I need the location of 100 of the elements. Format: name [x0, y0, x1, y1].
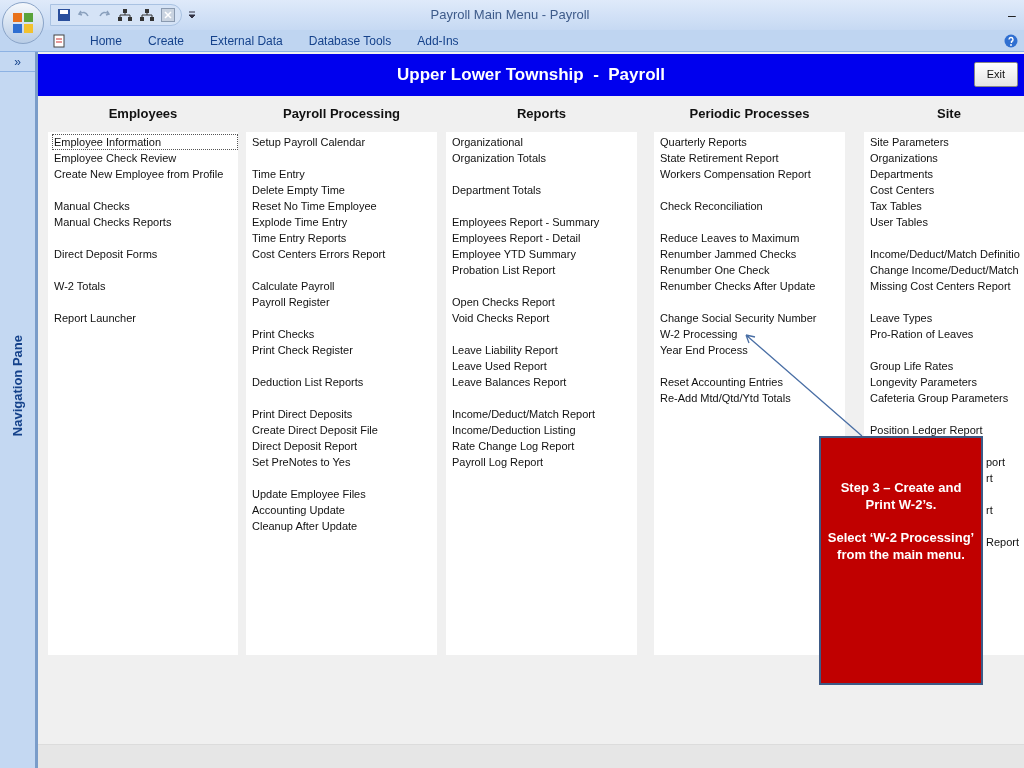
menu-item[interactable]: Manual Checks Reports	[52, 214, 174, 230]
menu-item[interactable]: Longevity Parameters	[868, 374, 979, 390]
menu-item[interactable]: Renumber Jammed Checks	[658, 246, 799, 262]
menu-item[interactable]: Accounting Update	[250, 502, 347, 518]
menu-item[interactable]: Missing Cost Centers Report	[868, 278, 1013, 294]
column-heading: Site	[936, 105, 962, 124]
menu-item[interactable]: Report Launcher	[52, 310, 138, 326]
column-heading: Employees	[107, 105, 179, 124]
column-heading: Periodic Processes	[688, 105, 811, 124]
menu-item[interactable]: Workers Compensation Report	[658, 166, 813, 182]
menu-item[interactable]: Department Totals	[450, 182, 544, 198]
menu-item[interactable]: User Tables	[868, 214, 930, 230]
menu-item[interactable]: Renumber Checks After Update	[658, 278, 818, 294]
menu-item[interactable]: Print Check Register	[250, 342, 355, 358]
menu-item[interactable]: Income/Deduction Listing	[450, 422, 578, 438]
menu-item[interactable]: Leave Types	[868, 310, 935, 326]
menu-item[interactable]: Income/Deduct/Match Definitio	[868, 246, 1022, 262]
menu-item[interactable]: Direct Deposit Report	[250, 438, 360, 454]
menu-item[interactable]: Open Checks Report	[450, 294, 557, 310]
menu-item[interactable]: Manual Checks	[52, 198, 132, 214]
menu-item[interactable]: Create New Employee from Profile	[52, 166, 226, 182]
menu-item[interactable]: Cost Centers Errors Report	[250, 246, 388, 262]
menu-item[interactable]: Employee YTD Summary	[450, 246, 578, 262]
office-logo-icon	[12, 12, 34, 34]
menu-item[interactable]: rt	[986, 503, 993, 517]
menu-item[interactable]: Site Parameters	[868, 134, 951, 150]
form-icon[interactable]	[52, 33, 66, 48]
menu-item[interactable]: Set PreNotes to Yes	[250, 454, 353, 470]
ribbon-tab[interactable]: External Data	[208, 31, 285, 50]
form-title: Upper Lower Township - Payroll	[397, 64, 665, 87]
menu-item[interactable]: Cafeteria Group Parameters	[868, 390, 1011, 406]
menu-item[interactable]: Print Checks	[250, 326, 317, 342]
close-icon[interactable]	[161, 8, 175, 22]
menu-item[interactable]: Leave Liability Report	[450, 342, 560, 358]
callout-text: Step 3 – Create and Print W-2’s.	[839, 478, 963, 513]
menu-item[interactable]: Reset No Time Employee	[250, 198, 379, 214]
menu-item[interactable]: Income/Deduct/Match Report	[450, 406, 598, 422]
menu-item[interactable]: Renumber One Check	[658, 262, 772, 278]
hierarchy-icon[interactable]	[117, 8, 133, 22]
menu-item[interactable]: Probation List Report	[450, 262, 558, 278]
menu-item[interactable]: Organizations	[868, 150, 940, 166]
menu-item[interactable]: State Retirement Report	[658, 150, 781, 166]
menu-item[interactable]: Departments	[868, 166, 935, 182]
menu-item[interactable]: Reduce Leaves to Maximum	[658, 230, 802, 246]
menu-item[interactable]: Void Checks Report	[450, 310, 552, 326]
menu-item[interactable]: Pro-Ration of Leaves	[868, 326, 976, 342]
menu-item[interactable]: Change Social Security Number	[658, 310, 819, 326]
menu-item[interactable]: Setup Payroll Calendar	[250, 134, 368, 150]
ribbon-tab[interactable]: Database Tools	[306, 31, 394, 50]
menu-item[interactable]: Payroll Register	[250, 294, 332, 310]
menu-item[interactable]: Update Employee Files	[250, 486, 368, 502]
ribbon-tab[interactable]: Create	[146, 31, 187, 50]
navigation-pane-label: Navigation Pane	[8, 335, 26, 437]
ribbon-tab[interactable]: Add-Ins	[415, 31, 461, 50]
help-icon[interactable]	[1004, 33, 1018, 48]
menu-item[interactable]: Create Direct Deposit File	[250, 422, 380, 438]
menu-item[interactable]: Employee Check Review	[52, 150, 179, 166]
ribbon-tab[interactable]: Home	[88, 31, 124, 50]
menu-item[interactable]: Employee Information	[52, 134, 238, 150]
menu-item[interactable]: Calculate Payroll	[250, 278, 337, 294]
menu-item[interactable]: Deduction List Reports	[250, 374, 366, 390]
menu-item[interactable]: Change Income/Deduct/Match	[868, 262, 1021, 278]
menu-item[interactable]: Position Ledger Report	[868, 422, 985, 438]
menu-item[interactable]: Re-Add Mtd/Qtd/Ytd Totals	[658, 390, 793, 406]
menu-item[interactable]: W-2 Processing	[658, 326, 740, 342]
callout-text: Select ‘W-2 Processing’ from the main menu.	[827, 528, 975, 563]
menu-item[interactable]: Leave Balances Report	[450, 374, 569, 390]
menu-item[interactable]: Quarterly Reports	[658, 134, 749, 150]
save-icon[interactable]	[57, 8, 71, 22]
menu-item[interactable]: Payroll Log Report	[450, 454, 546, 470]
menu-item[interactable]: rt	[986, 471, 993, 485]
menu-item[interactable]: Employees Report - Summary	[450, 214, 602, 230]
menu-item[interactable]: port	[986, 455, 1005, 469]
dropdown-icon[interactable]	[188, 10, 196, 20]
menu-item[interactable]: Employees Report - Detail	[450, 230, 583, 246]
menu-item[interactable]: Tax Tables	[868, 198, 924, 214]
menu-item[interactable]: Organization Totals	[450, 150, 548, 166]
menu-item[interactable]: Leave Used Report	[450, 358, 549, 374]
column-heading: Reports	[515, 105, 568, 124]
menu-item[interactable]: Year End Process	[658, 342, 750, 358]
menu-item[interactable]: Check Reconciliation	[658, 198, 765, 214]
hierarchy-icon[interactable]	[139, 8, 155, 22]
menu-item[interactable]: Group Life Rates	[868, 358, 956, 374]
menu-item[interactable]: Cost Centers	[868, 182, 937, 198]
expand-button[interactable]: »	[0, 52, 35, 72]
menu-item[interactable]: Time Entry Reports	[250, 230, 349, 246]
menu-item[interactable]: Time Entry	[250, 166, 307, 182]
menu-item[interactable]: Explode Time Entry	[250, 214, 350, 230]
exit-button[interactable]: Exit	[973, 62, 1018, 87]
menu-item[interactable]: Cleanup After Update	[250, 518, 360, 534]
menu-item[interactable]: Delete Empty Time	[250, 182, 347, 198]
menu-item[interactable]: Organizational	[450, 134, 525, 150]
column-heading: Payroll Processing	[281, 105, 402, 124]
menu-item[interactable]: Report	[986, 535, 1020, 549]
menu-item[interactable]: Reset Accounting Entries	[658, 374, 785, 390]
menu-item[interactable]: Rate Change Log Report	[450, 438, 577, 454]
menu-item[interactable]: Print Direct Deposits	[250, 406, 355, 422]
menu-item[interactable]: W-2 Totals	[52, 278, 108, 294]
minimize-button[interactable]: –	[1000, 4, 1024, 26]
menu-item[interactable]: Direct Deposit Forms	[52, 246, 160, 262]
